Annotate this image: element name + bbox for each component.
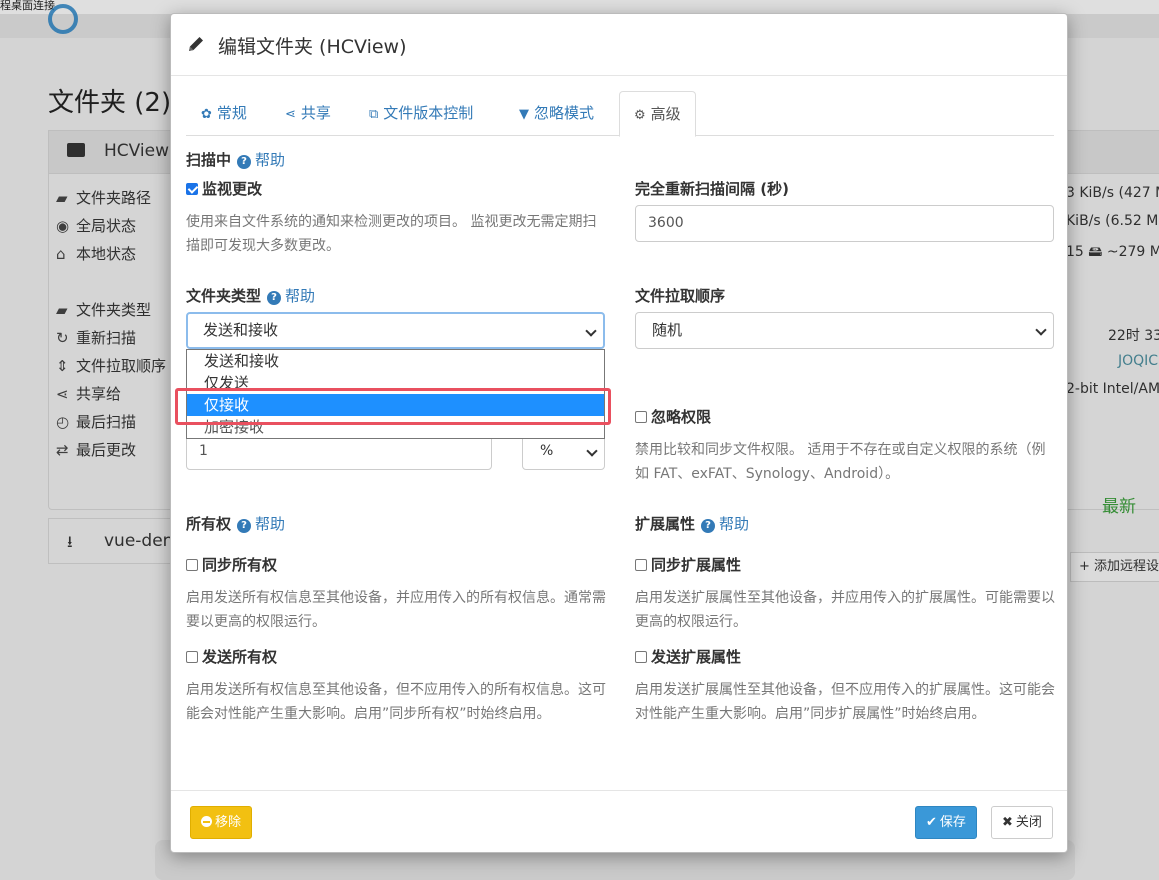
question-circle-icon: ? [701, 519, 716, 533]
checkbox-label: 同步扩展属性 [651, 556, 742, 574]
checkbox-unchecked[interactable] [186, 651, 198, 663]
section-heading: 扩展属性 [635, 515, 696, 533]
help-label: 帮助 [255, 515, 286, 533]
edit-folder-dialog: 编辑文件夹 (HCView) ✿ 常规 ⋖ 共享 ⧉ 文件版本控制 ▼ 忽略模式 ⚙ 高级… [170, 13, 1068, 853]
section-heading: 所有权 [186, 515, 232, 533]
filter-icon: ▼ [519, 107, 529, 122]
tab-advanced[interactable]: ⚙ 高级 [619, 91, 696, 137]
tab-sharing[interactable]: ⋖ 共享 [285, 91, 331, 136]
scanning-title: 扫描中? 帮助 [186, 149, 285, 170]
cogs-icon: ⚙ [634, 108, 646, 123]
watch-changes-help: 使用来自文件系统的通知来检测更改的项目。 监视更改无需定期扫描即可发现大多数更改… [186, 214, 597, 254]
folder-type-title: 文件夹类型? 帮助 [186, 285, 315, 306]
ownership-title: 所有权? 帮助 [186, 513, 285, 534]
button-label: 保存 [939, 815, 966, 830]
button-label: 关闭 [1015, 815, 1042, 830]
help-link[interactable]: ? 帮助 [267, 287, 315, 305]
checkbox-unchecked[interactable] [635, 559, 647, 571]
tab-label: 常规 [216, 104, 247, 122]
modal-footer: 移除 ✔ 保存 ✖ 关闭 [171, 790, 1067, 852]
help-link[interactable]: ? 帮助 [237, 151, 285, 169]
send-xattrs-help: 启用发送扩展属性至其他设备，但不应用传入的扩展属性。这可能会对性能产生重大影响。… [635, 682, 1055, 722]
section-heading: 文件夹类型 [186, 287, 262, 305]
send-xattrs-checkbox[interactable]: 发送扩展属性 [635, 646, 741, 667]
question-circle-icon: ? [237, 155, 252, 169]
checkbox-unchecked[interactable] [186, 559, 198, 571]
dropdown-option-send-receive[interactable]: 发送和接收 [187, 350, 604, 372]
sync-ownership-checkbox[interactable]: 同步所有权 [186, 554, 277, 575]
xattrs-title: 扩展属性? 帮助 [635, 513, 749, 534]
modal-header: 编辑文件夹 (HCView) [171, 14, 1067, 76]
question-circle-icon: ? [267, 291, 282, 305]
tab-label: 高级 [650, 105, 681, 123]
checkbox-label: 发送扩展属性 [651, 648, 742, 666]
checkbox-label: 发送所有权 [202, 648, 278, 666]
select-value: 发送和接收 [203, 321, 279, 339]
rescan-interval-title: 完全重新扫描间隔 (秒) [635, 180, 789, 198]
chevron-down-icon [1035, 324, 1047, 336]
tab-versioning[interactable]: ⧉ 文件版本控制 [369, 91, 473, 136]
section-heading: 扫描中 [186, 151, 232, 169]
rescan-interval-input[interactable]: 3600 [635, 205, 1054, 242]
close-icon: ✖ [1002, 815, 1013, 830]
folder-type-select[interactable]: 发送和接收 [186, 312, 605, 349]
select-value: 随机 [652, 321, 683, 339]
help-link[interactable]: ? 帮助 [237, 515, 285, 533]
help-label: 帮助 [285, 287, 316, 305]
pull-order-select[interactable]: 随机 [635, 312, 1054, 349]
sync-xattrs-checkbox[interactable]: 同步扩展属性 [635, 554, 741, 575]
button-label: 移除 [215, 815, 242, 830]
close-button[interactable]: ✖ 关闭 [991, 806, 1053, 839]
sync-xattrs-help: 启用发送扩展属性至其他设备，并应用传入的扩展属性。可能需要以更高的权限运行。 [635, 590, 1055, 630]
save-button[interactable]: ✔ 保存 [915, 806, 977, 839]
pull-order-title: 文件拉取顺序 [635, 287, 726, 305]
help-label: 帮助 [719, 515, 750, 533]
select-value: % [540, 443, 554, 459]
chevron-down-icon [586, 445, 598, 457]
ignore-permissions-checkbox[interactable]: 忽略权限 [635, 406, 711, 427]
checkbox-label: 忽略权限 [651, 408, 712, 426]
pencil-icon [189, 37, 203, 51]
chevron-down-icon [585, 325, 597, 337]
tab-label: 文件版本控制 [383, 104, 474, 122]
gear-icon: ✿ [201, 107, 212, 122]
tab-label: 共享 [300, 104, 331, 122]
checkbox-unchecked[interactable] [635, 411, 647, 423]
tab-bar: ✿ 常规 ⋖ 共享 ⧉ 文件版本控制 ▼ 忽略模式 ⚙ 高级 [186, 91, 1054, 137]
help-link[interactable]: ? 帮助 [701, 515, 749, 533]
send-ownership-help: 启用发送所有权信息至其他设备，但不应用传入的所有权信息。这可能会对性能产生重大影… [186, 682, 606, 722]
tab-ignore-patterns[interactable]: ▼ 忽略模式 [519, 91, 594, 136]
checkbox-checked[interactable] [186, 183, 198, 195]
question-circle-icon: ? [237, 519, 252, 533]
sync-ownership-help: 启用发送所有权信息至其他设备，并应用传入的所有权信息。通常需要以更高的权限运行。 [186, 590, 606, 630]
tab-label: 忽略模式 [534, 104, 595, 122]
check-icon: ✔ [926, 815, 937, 830]
annotation-highlight-box [175, 388, 611, 425]
checkbox-label: 监视更改 [202, 180, 263, 198]
send-ownership-checkbox[interactable]: 发送所有权 [186, 646, 277, 667]
help-label: 帮助 [255, 151, 286, 169]
watch-changes-checkbox[interactable]: 监视更改 [186, 178, 262, 199]
copy-icon: ⧉ [369, 107, 379, 122]
tab-general[interactable]: ✿ 常规 [201, 91, 247, 136]
minus-circle-icon [201, 816, 212, 827]
checkbox-unchecked[interactable] [635, 651, 647, 663]
checkbox-label: 同步所有权 [202, 556, 278, 574]
remove-button[interactable]: 移除 [190, 806, 253, 839]
modal-title: 编辑文件夹 (HCView) [218, 36, 407, 58]
share-icon: ⋖ [285, 107, 296, 122]
ignore-permissions-help: 禁用比较和同步文件权限。 适用于不存在或自定义权限的系统（例如 FAT、exFA… [635, 442, 1046, 482]
